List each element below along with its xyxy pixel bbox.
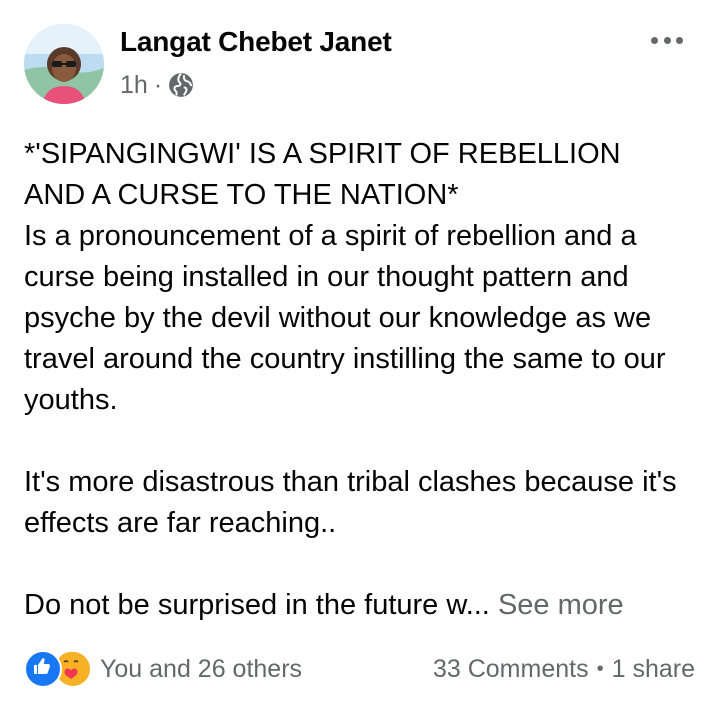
globe-icon	[169, 72, 194, 97]
avatar-image	[24, 24, 104, 104]
post-paragraph-3: Do not be surprised in the future w... S…	[24, 585, 704, 626]
dot	[651, 36, 658, 44]
like-icon	[24, 650, 62, 688]
post-card: Langat Chebet Janet 1h · *'SIPANGINGWI' …	[0, 0, 719, 712]
post-paragraph-2: It's more disastrous than tribal clashes…	[24, 466, 677, 539]
dot	[676, 36, 683, 44]
meta-separator: ·	[153, 70, 163, 99]
dot	[663, 36, 671, 44]
post-heading-line-2: AND A CURSE TO THE NATION*	[24, 179, 459, 211]
shares-count[interactable]: 1 share	[612, 655, 695, 684]
author-name[interactable]: Langat Chebet Janet	[120, 26, 392, 58]
see-more-link[interactable]: See more	[498, 589, 624, 621]
avatar[interactable]	[24, 24, 104, 104]
post-paragraph-1: Is a pronouncement of a spirit of rebell…	[24, 220, 666, 416]
post-meta: 1h ·	[120, 68, 194, 102]
reactors-text: You and 26 others	[100, 654, 303, 683]
post-text: *'SIPANGINGWI' IS A SPIRIT OF REBELLION …	[24, 134, 704, 626]
truncated-text: Do not be surprised in the future w...	[24, 589, 490, 621]
post-heading-line-1: *'SIPANGINGWI' IS A SPIRIT OF REBELLION	[24, 138, 621, 170]
stats-separator: •	[596, 657, 604, 680]
timestamp[interactable]: 1h	[120, 71, 148, 100]
comments-count[interactable]: 33 Comments	[433, 655, 589, 684]
engagement-stats: 33 Comments • 1 share	[433, 650, 695, 688]
more-dots-icon[interactable]	[651, 30, 683, 50]
reactions-summary[interactable]: You and 26 others	[24, 650, 302, 688]
